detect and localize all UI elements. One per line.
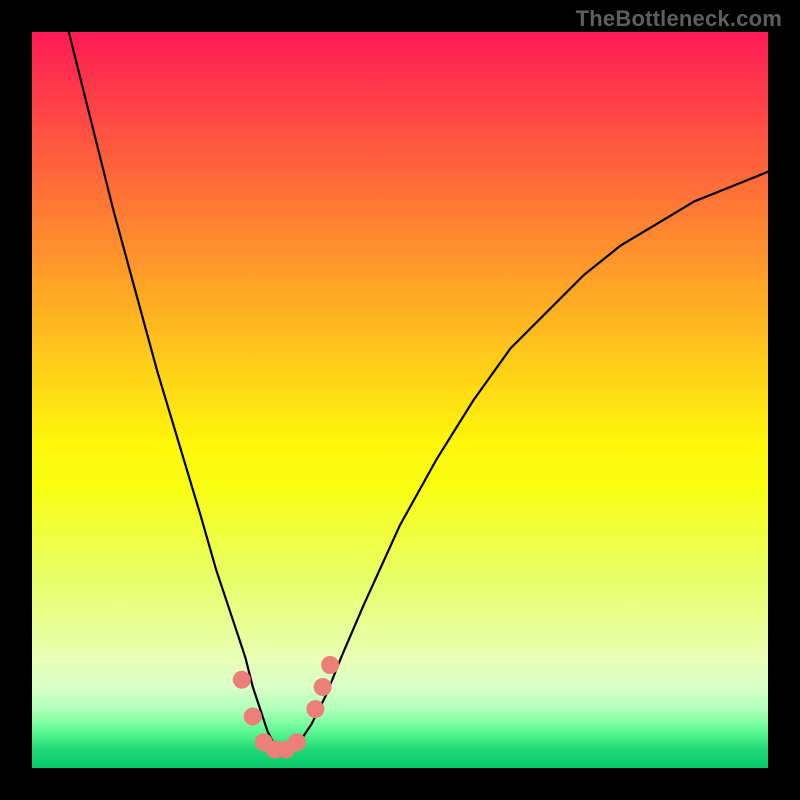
bottleneck-marker (321, 656, 339, 674)
chart-svg (32, 32, 768, 768)
chart-plot-area (32, 32, 768, 768)
bottleneck-curve (69, 32, 768, 753)
chart-frame: TheBottleneck.com (0, 0, 800, 800)
bottleneck-marker (244, 708, 262, 726)
bottleneck-marker (288, 733, 306, 751)
attribution-label: TheBottleneck.com (576, 6, 782, 32)
bottleneck-marker (306, 700, 324, 718)
bottleneck-marker (314, 678, 332, 696)
bottleneck-marker (233, 671, 251, 689)
